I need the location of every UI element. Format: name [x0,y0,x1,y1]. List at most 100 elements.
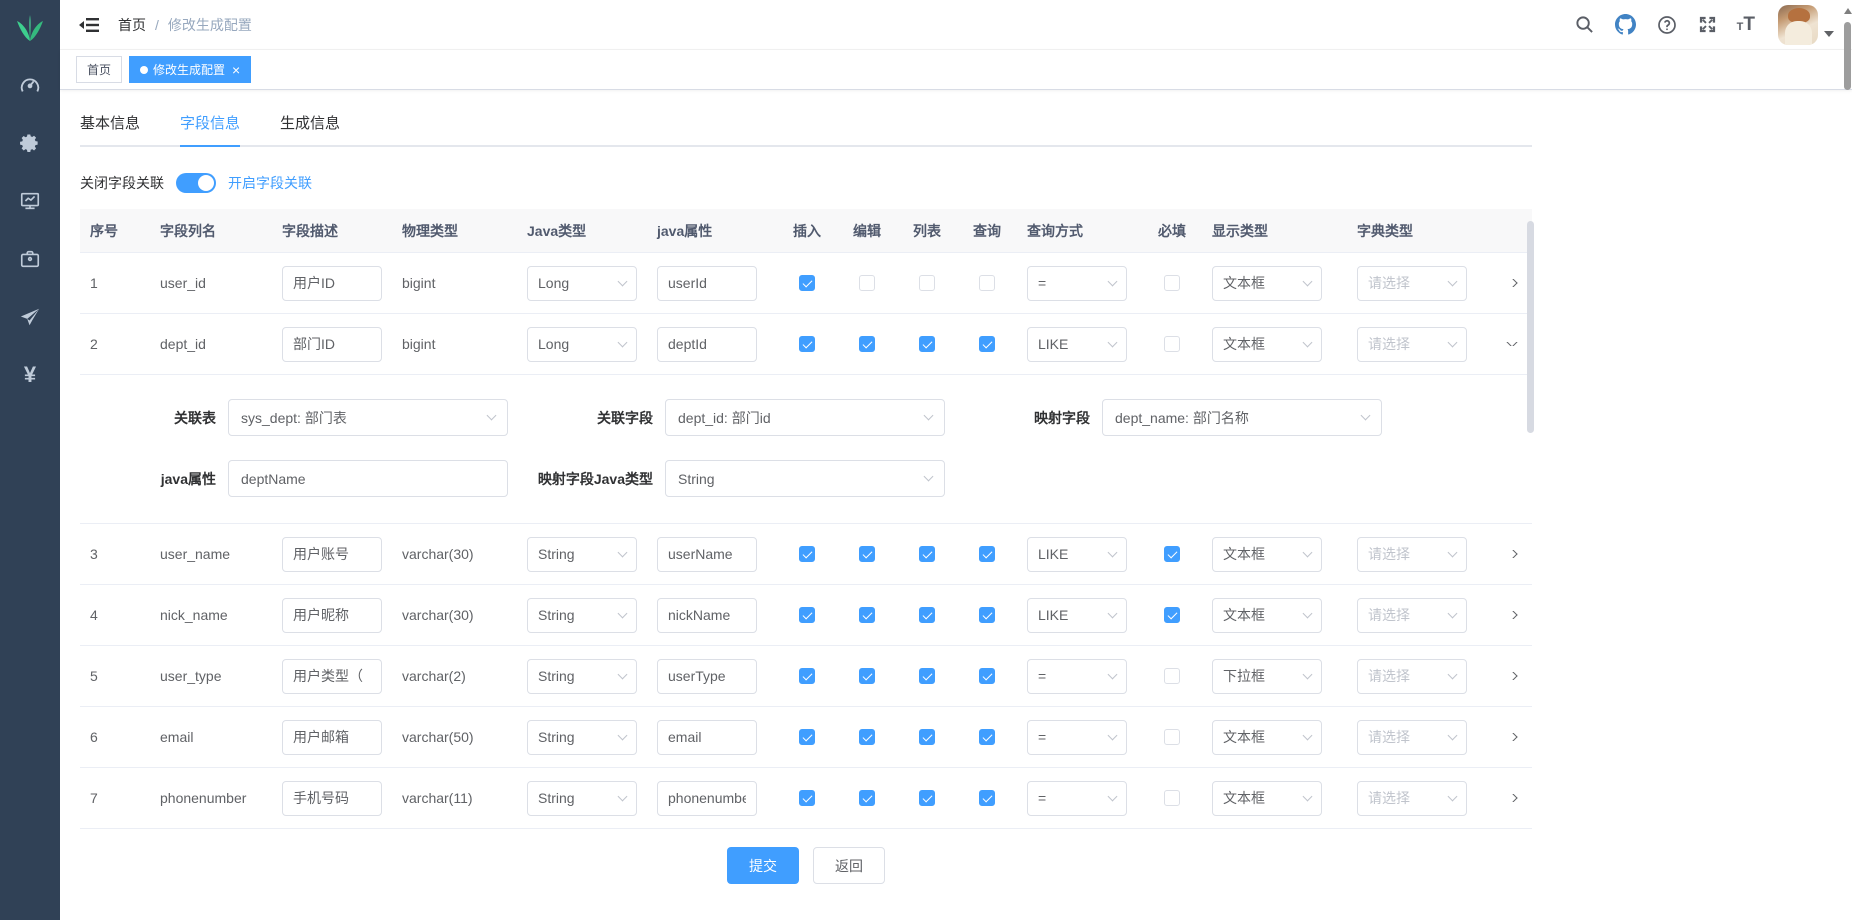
java-attr-input[interactable] [657,720,757,755]
app-logo[interactable] [0,0,60,56]
java-attr-input[interactable] [657,659,757,694]
edit-checkbox[interactable] [859,729,875,745]
java-attr-input[interactable] [657,327,757,362]
map-java-attr-input[interactable] [228,460,508,497]
map-java-type-select[interactable]: String [665,460,945,497]
java-type-select[interactable]: Long [527,327,637,362]
scrollbar-thumb[interactable] [1844,22,1851,90]
edit-checkbox[interactable] [859,275,875,291]
insert-checkbox[interactable] [799,668,815,684]
edit-checkbox[interactable] [859,790,875,806]
display-type-select[interactable]: 文本框 [1212,327,1322,362]
dict-type-select[interactable]: 请选择 [1357,327,1467,362]
column-desc-input[interactable] [282,266,382,301]
github-icon[interactable] [1614,13,1638,37]
sidebar-item-pay[interactable]: ¥ [0,346,60,404]
java-attr-input[interactable] [657,781,757,816]
query-type-select[interactable]: = [1027,720,1127,755]
list-checkbox[interactable] [919,790,935,806]
insert-checkbox[interactable] [799,275,815,291]
java-type-select[interactable]: String [527,537,637,572]
insert-checkbox[interactable] [799,729,815,745]
query-type-select[interactable]: LIKE [1027,537,1127,572]
help-icon[interactable] [1655,13,1679,37]
sidebar-item-system[interactable] [0,114,60,172]
table-scrollbar[interactable] [1527,221,1534,433]
list-checkbox[interactable] [919,607,935,623]
query-type-select[interactable]: = [1027,781,1127,816]
sidebar-item-tool[interactable] [0,230,60,288]
sidebar-item-monitor[interactable] [0,172,60,230]
dict-type-select[interactable]: 请选择 [1357,659,1467,694]
edit-checkbox[interactable] [859,607,875,623]
dict-type-select[interactable]: 请选择 [1357,720,1467,755]
query-checkbox[interactable] [979,790,995,806]
edit-checkbox[interactable] [859,546,875,562]
expand-arrow-icon[interactable] [1506,611,1517,619]
insert-checkbox[interactable] [799,546,815,562]
display-type-select[interactable]: 文本框 [1212,266,1322,301]
display-type-select[interactable]: 文本框 [1212,781,1322,816]
map-field-select[interactable]: dept_name: 部门名称 [1102,399,1382,436]
list-checkbox[interactable] [919,275,935,291]
fullscreen-icon[interactable] [1696,13,1720,37]
required-checkbox[interactable] [1164,607,1180,623]
column-desc-input[interactable] [282,598,382,633]
tab-generate-info[interactable]: 生成信息 [280,112,340,147]
back-button[interactable]: 返回 [813,847,885,884]
java-type-select[interactable]: Long [527,266,637,301]
list-checkbox[interactable] [919,336,935,352]
required-checkbox[interactable] [1164,790,1180,806]
list-checkbox[interactable] [919,668,935,684]
java-attr-input[interactable] [657,598,757,633]
java-type-select[interactable]: String [527,598,637,633]
java-type-select[interactable]: String [527,659,637,694]
required-checkbox[interactable] [1164,546,1180,562]
submit-button[interactable]: 提交 [727,847,799,884]
insert-checkbox[interactable] [799,607,815,623]
tag-current[interactable]: 修改生成配置 × [129,56,251,83]
tag-home[interactable]: 首页 [76,56,122,83]
required-checkbox[interactable] [1164,668,1180,684]
query-checkbox[interactable] [979,607,995,623]
tab-field-info[interactable]: 字段信息 [180,112,240,147]
relation-toggle[interactable] [176,173,216,193]
required-checkbox[interactable] [1164,336,1180,352]
expand-arrow-icon[interactable] [1506,794,1517,802]
relation-field-select[interactable]: dept_id: 部门id [665,399,945,436]
column-desc-input[interactable] [282,720,382,755]
query-type-select[interactable]: = [1027,266,1127,301]
window-scrollbar[interactable] [1843,0,1852,920]
dict-type-select[interactable]: 请选择 [1357,598,1467,633]
edit-checkbox[interactable] [859,336,875,352]
java-attr-input[interactable] [657,537,757,572]
expand-arrow-icon[interactable] [1506,672,1517,680]
display-type-select[interactable]: 文本框 [1212,598,1322,633]
query-type-select[interactable]: LIKE [1027,598,1127,633]
breadcrumb-home[interactable]: 首页 [118,15,146,35]
column-desc-input[interactable] [282,537,382,572]
java-attr-input[interactable] [657,266,757,301]
edit-checkbox[interactable] [859,668,875,684]
column-desc-input[interactable] [282,327,382,362]
dict-type-select[interactable]: 请选择 [1357,266,1467,301]
sidebar-item-guide[interactable] [0,288,60,346]
column-desc-input[interactable] [282,781,382,816]
expand-arrow-icon[interactable] [1506,733,1517,741]
required-checkbox[interactable] [1164,729,1180,745]
user-menu[interactable] [1778,5,1834,45]
sidebar-item-dashboard[interactable] [0,56,60,114]
query-checkbox[interactable] [979,729,995,745]
display-type-select[interactable]: 文本框 [1212,720,1322,755]
query-checkbox[interactable] [979,336,995,352]
close-tag-icon[interactable]: × [232,63,240,77]
required-checkbox[interactable] [1164,275,1180,291]
java-type-select[interactable]: String [527,720,637,755]
collapse-menu-icon[interactable] [72,8,106,42]
display-type-select[interactable]: 文本框 [1212,537,1322,572]
insert-checkbox[interactable] [799,790,815,806]
java-type-select[interactable]: String [527,781,637,816]
dict-type-select[interactable]: 请选择 [1357,781,1467,816]
scroll-up-arrow-icon[interactable] [1844,8,1852,14]
relation-table-select[interactable]: sys_dept: 部门表 [228,399,508,436]
